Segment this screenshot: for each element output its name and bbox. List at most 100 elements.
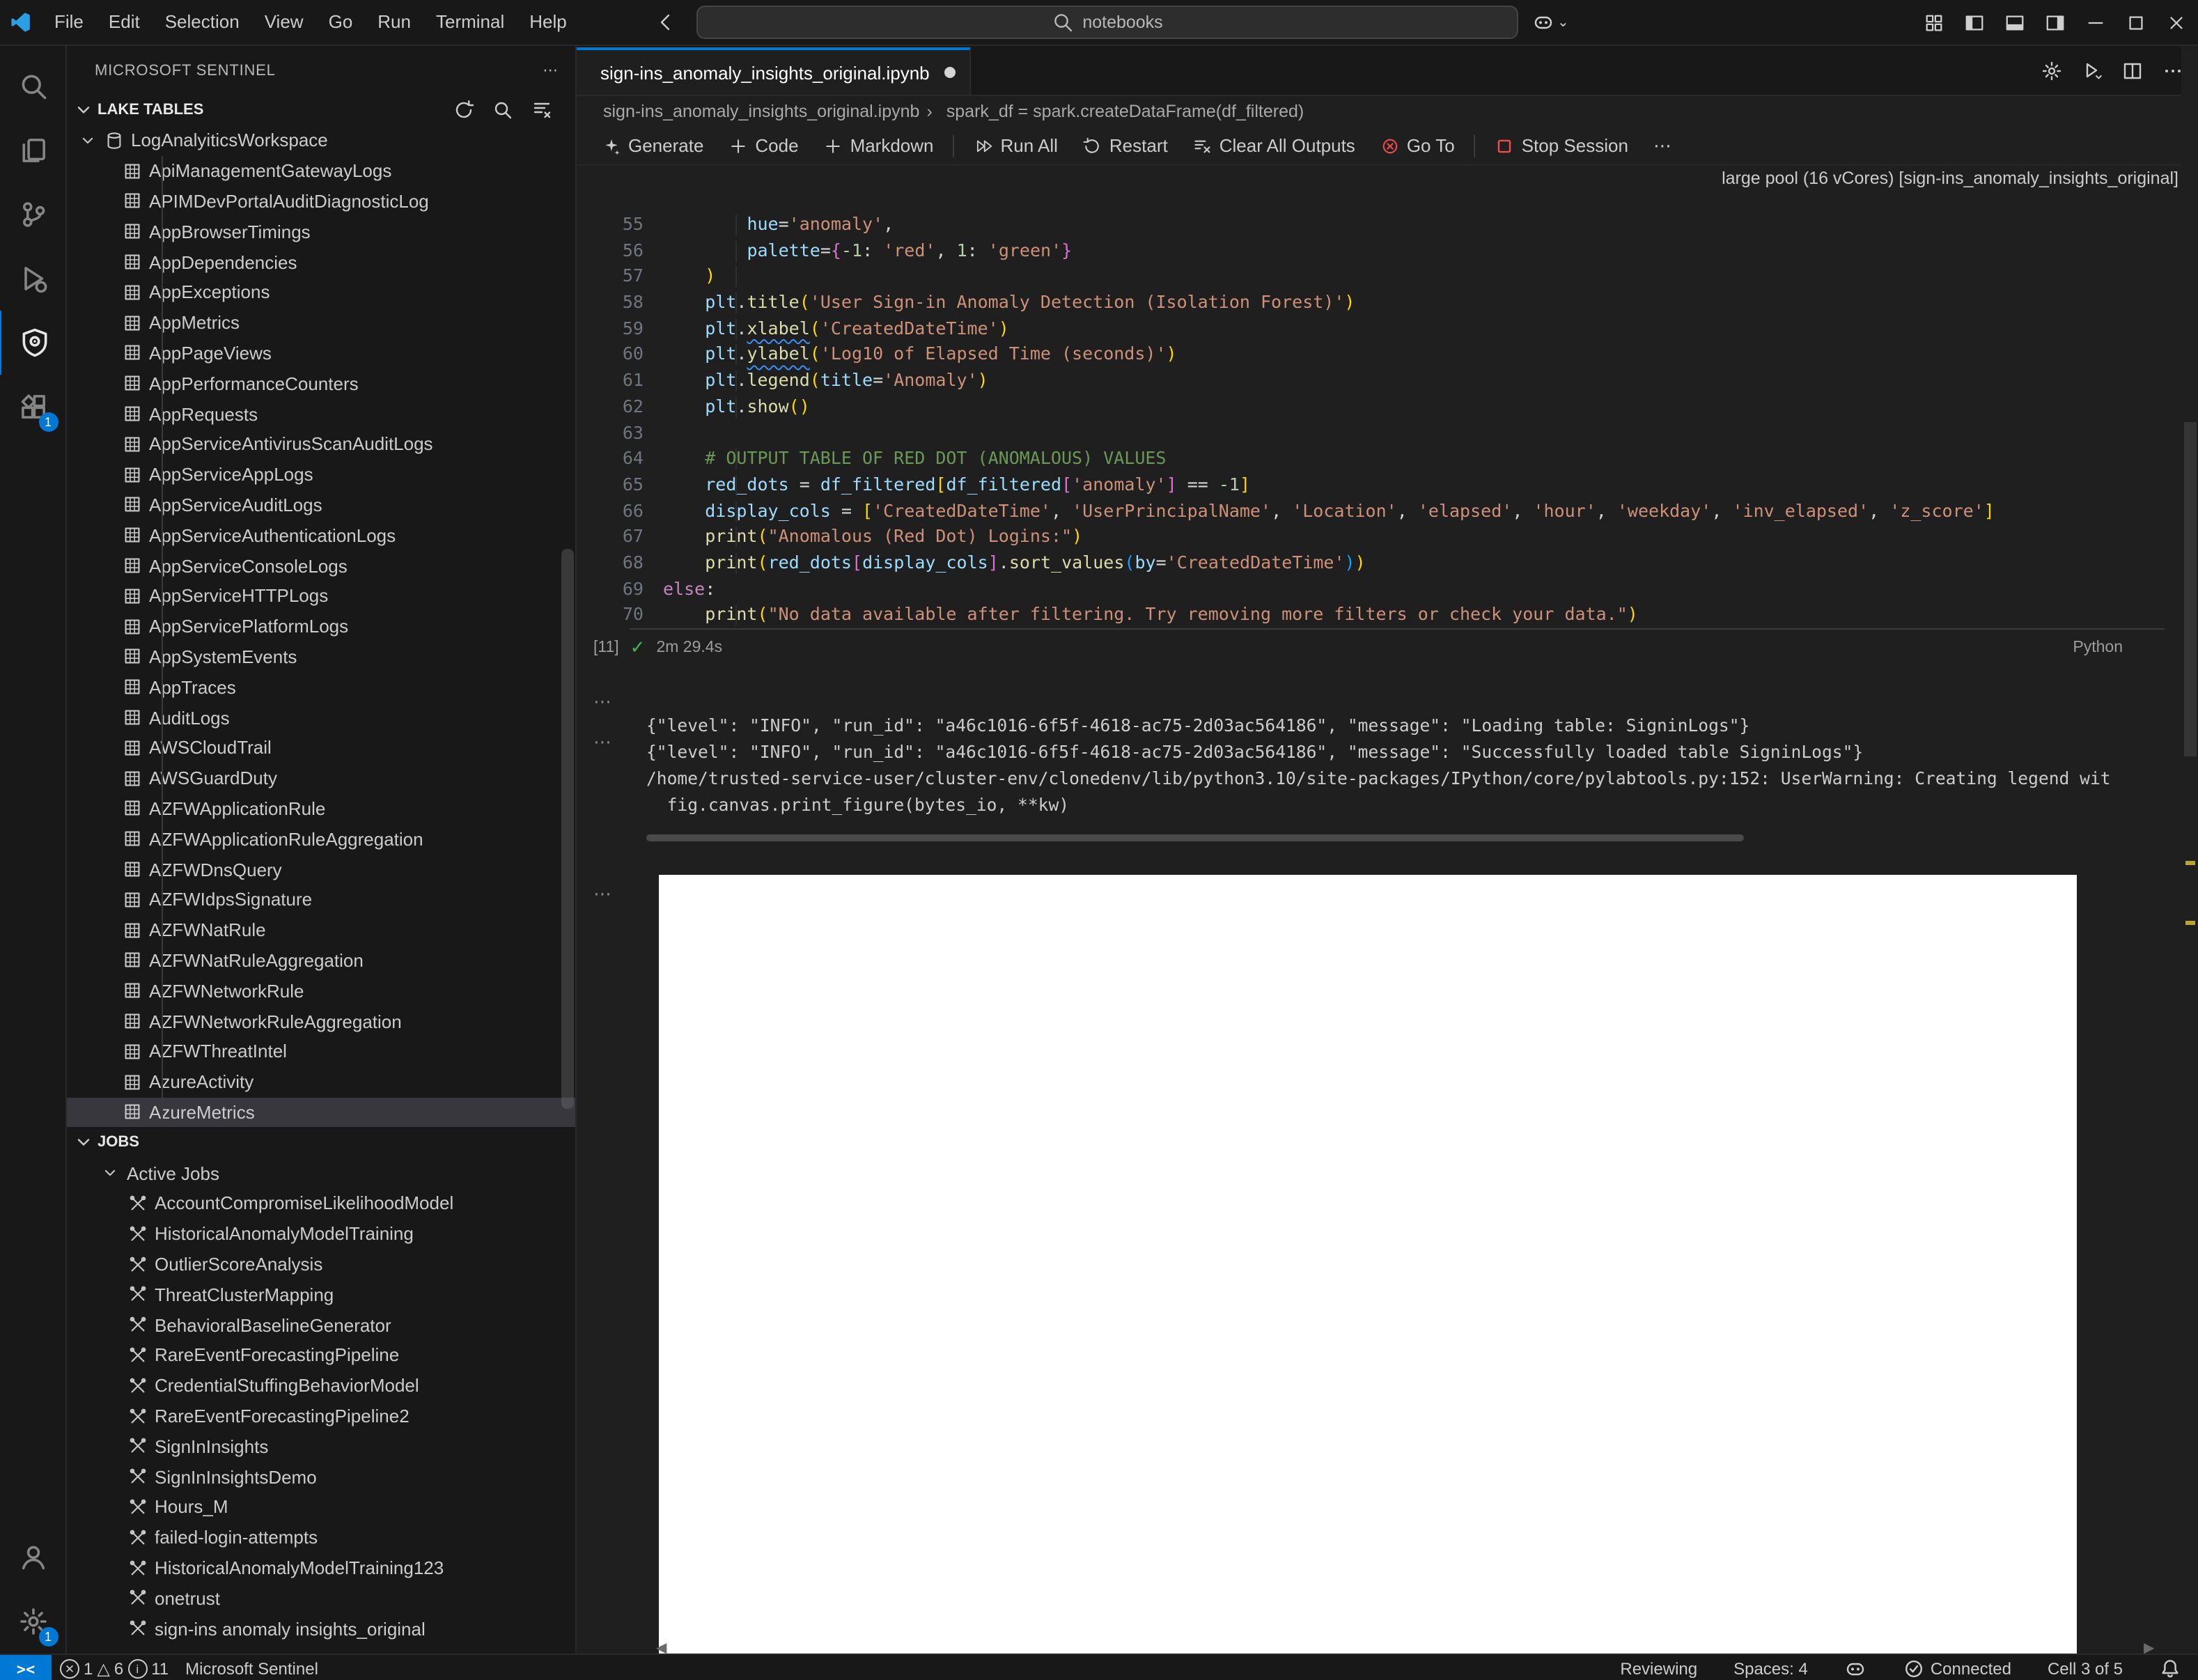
table-row[interactable]: AWSCloudTrail <box>67 733 575 763</box>
job-row[interactable]: SignInInsights <box>67 1431 575 1462</box>
menu-help[interactable]: Help <box>517 11 579 32</box>
breadcrumb[interactable]: sign-ins_anomaly_insights_original.ipynb… <box>577 96 2198 127</box>
activity-run-debug[interactable] <box>0 247 66 311</box>
job-row[interactable]: HistoricalAnomalyModelTraining <box>67 1219 575 1250</box>
activity-files[interactable] <box>0 118 66 182</box>
menu-file[interactable]: File <box>42 11 96 32</box>
table-row[interactable]: AppPerformanceCounters <box>67 368 575 399</box>
table-row[interactable]: AppBrowserTimings <box>67 217 575 247</box>
table-row[interactable]: AppExceptions <box>67 277 575 308</box>
remote-indicator[interactable]: >< <box>0 1655 52 1680</box>
command-search-box[interactable]: notebooks <box>696 6 1518 39</box>
sidebar-scrollbar[interactable] <box>561 549 574 1109</box>
activity-sentinel-shield[interactable] <box>0 311 68 375</box>
output-more-icon[interactable]: ⋯ <box>593 731 613 754</box>
run-drop-icon[interactable] <box>2081 59 2103 81</box>
more-actions-button[interactable]: ⋯ <box>1642 134 1683 157</box>
status-reviewing[interactable]: Reviewing <box>1612 1659 1706 1679</box>
table-row[interactable]: AZFWApplicationRuleAggregation <box>67 824 575 855</box>
table-row[interactable]: AZFWNatRuleAggregation <box>67 945 575 976</box>
job-row[interactable]: CredentialStuffingBehaviorModel <box>67 1371 575 1401</box>
activity-search[interactable] <box>0 54 66 118</box>
table-row[interactable]: AppRequests <box>67 398 575 429</box>
table-row[interactable]: AZFWNatRule <box>67 915 575 945</box>
add-code-button[interactable]: Code <box>717 135 809 156</box>
table-row[interactable]: AZFWNetworkRule <box>67 976 575 1006</box>
table-row[interactable]: AppServicePlatformLogs <box>67 612 575 642</box>
add-markdown-button[interactable]: Markdown <box>813 135 945 156</box>
job-row[interactable]: RareEventForecastingPipeline2 <box>67 1401 575 1431</box>
section-jobs[interactable]: JOBS <box>67 1128 575 1158</box>
menu-terminal[interactable]: Terminal <box>423 11 517 32</box>
more-actions-icon[interactable]: ⋯ <box>543 61 559 79</box>
notebook-settings-icon[interactable] <box>2041 59 2063 81</box>
status-spaces-4[interactable]: Spaces: 4 <box>1725 1659 1816 1679</box>
table-row[interactable]: AppServiceAppLogs <box>67 460 575 490</box>
job-row[interactable]: ThreatClusterMapping <box>67 1280 575 1310</box>
status-copilot[interactable] <box>1836 1658 1875 1680</box>
app-name[interactable]: Microsoft Sentinel <box>177 1659 327 1679</box>
kernel-picker[interactable]: large pool (16 vCores) [sign-ins_anomaly… <box>1713 169 2178 188</box>
table-row[interactable]: AppMetrics <box>67 308 575 339</box>
stop-session-button[interactable]: Stop Session <box>1484 135 1639 156</box>
panel-bottom-icon[interactable] <box>2004 12 2025 33</box>
table-row[interactable]: AppServiceAuthenticationLogs <box>67 520 575 551</box>
status-bell[interactable] <box>2151 1658 2190 1680</box>
menu-edit[interactable]: Edit <box>96 11 153 32</box>
clear-all-outputs-button[interactable]: Clear All Outputs <box>1182 135 1366 156</box>
tab-notebook[interactable]: sign-ins_anomaly_insights_original.ipynb <box>577 47 972 95</box>
customize-layout-icon[interactable] <box>1924 12 1944 33</box>
collapse-all-icon[interactable] <box>531 99 553 121</box>
tree-item-workspace[interactable]: LogAnalyiticsWorkspace <box>67 125 575 156</box>
table-row[interactable]: AWSGuardDuty <box>67 763 575 793</box>
table-row[interactable]: AppServiceAuditLogs <box>67 490 575 520</box>
table-row[interactable]: AzureActivity <box>67 1066 575 1097</box>
table-row[interactable]: AZFWThreatIntel <box>67 1036 575 1067</box>
job-row[interactable]: AccountCompromiseLikelihoodModel <box>67 1188 575 1219</box>
back-arrow-icon[interactable] <box>655 11 677 33</box>
table-row[interactable]: AppServiceHTTPLogs <box>67 581 575 612</box>
copilot-menu[interactable]: ⌄ <box>1532 0 1569 45</box>
scroll-right-icon[interactable]: ▶ <box>2144 1641 2154 1654</box>
table-row[interactable]: AppServiceAntivirusScanAuditLogs <box>67 429 575 460</box>
refresh-icon[interactable] <box>453 99 475 121</box>
job-row[interactable]: sign-ins anomaly insights_original <box>67 1614 575 1644</box>
menu-view[interactable]: View <box>252 11 316 32</box>
minimize-icon[interactable] <box>2085 12 2106 33</box>
menu-go[interactable]: Go <box>316 11 366 32</box>
job-row[interactable]: Hours_M <box>67 1492 575 1523</box>
code-cell[interactable]: 55 hue='anomaly', 56 palette={-1: 'red', … <box>577 212 2162 628</box>
status-cell-3-of-5[interactable]: Cell 3 of 5 <box>2039 1659 2131 1679</box>
table-row[interactable]: AZFWApplicationRule <box>67 793 575 824</box>
output-hscrollbar[interactable] <box>646 834 1744 841</box>
table-row[interactable]: AZFWIdpsSignature <box>67 885 575 915</box>
job-row[interactable]: BehavioralBaselineGenerator <box>67 1310 575 1341</box>
table-row[interactable]: AppTraces <box>67 672 575 703</box>
job-row[interactable]: failed-login-attempts <box>67 1523 575 1553</box>
panel-right-icon[interactable] <box>2045 12 2066 33</box>
activity-account[interactable] <box>0 1525 66 1589</box>
table-row[interactable]: AuditLogs <box>67 702 575 733</box>
menu-run[interactable]: Run <box>365 11 423 32</box>
table-row[interactable]: AppPageViews <box>67 338 575 368</box>
panel-left-icon[interactable] <box>1964 12 1985 33</box>
job-row[interactable]: onetrust <box>67 1583 575 1614</box>
split-editor-icon[interactable] <box>2121 59 2144 81</box>
cell-more-icon[interactable]: ⋯ <box>593 691 613 713</box>
problems-indicator[interactable]: ✕ 1 △ 6 i 11 <box>52 1659 177 1679</box>
table-row[interactable]: ApiManagementGatewayLogs <box>67 156 575 187</box>
goto-button[interactable]: Go To <box>1369 135 1466 156</box>
tree-item-active-jobs[interactable]: Active Jobs <box>67 1158 575 1189</box>
cell-language[interactable]: Python <box>2073 639 2123 656</box>
scroll-left-icon[interactable]: ◀ <box>656 1641 667 1654</box>
table-row[interactable]: AzureMetrics <box>67 1097 575 1128</box>
table-row[interactable]: AppSystemEvents <box>67 641 575 672</box>
status-connected[interactable]: Connected <box>1894 1658 2020 1680</box>
maximize-icon[interactable] <box>2126 12 2146 33</box>
table-row[interactable]: APIMDevPortalAuditDiagnosticLog <box>67 186 575 217</box>
activity-source-control[interactable] <box>0 182 66 247</box>
search-small-icon[interactable] <box>492 99 514 121</box>
job-row[interactable]: RareEventForecastingPipeline <box>67 1340 575 1371</box>
job-row[interactable]: OutlierScoreAnalysis <box>67 1249 575 1280</box>
generate-button[interactable]: Generate <box>591 135 715 156</box>
